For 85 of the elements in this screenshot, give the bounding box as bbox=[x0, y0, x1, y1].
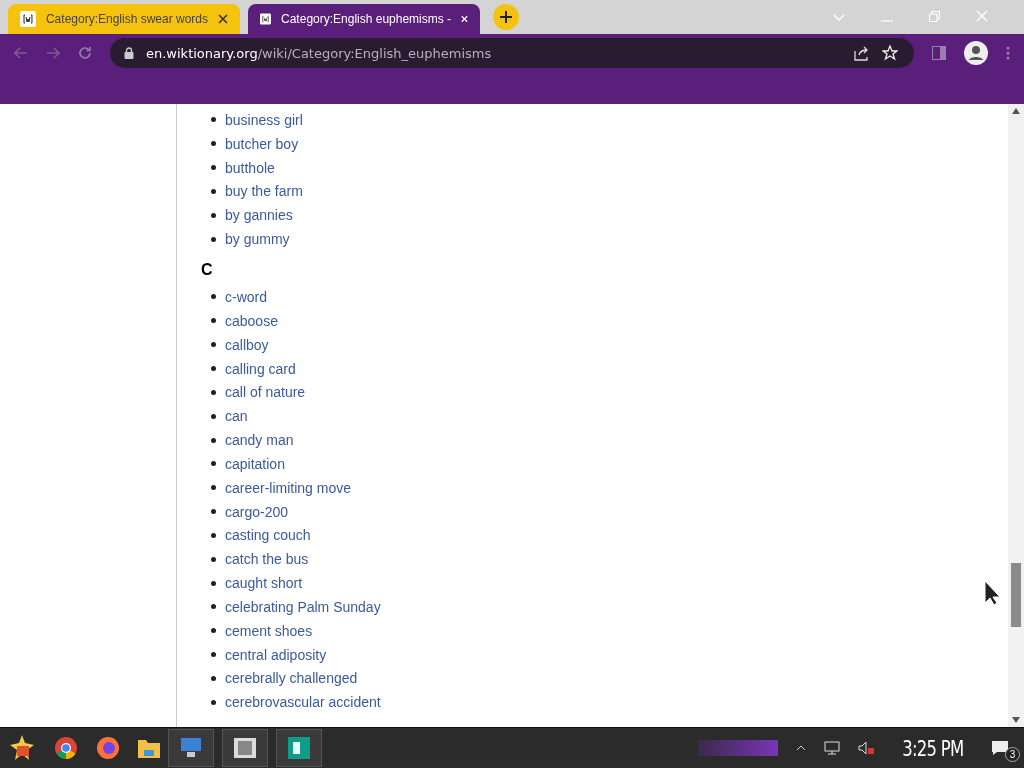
address-bar[interactable]: en.wiktionary.org/wiki/Category:English_euphemisms bbox=[110, 38, 914, 68]
entry-link[interactable]: central adiposity bbox=[225, 646, 327, 663]
bullet bbox=[211, 532, 216, 538]
entry-link[interactable]: c-word bbox=[225, 289, 267, 305]
bullet bbox=[211, 509, 216, 515]
bullet bbox=[211, 652, 216, 658]
scrollbar[interactable] bbox=[1008, 104, 1024, 727]
clock[interactable]: 3:25 PM bbox=[902, 735, 964, 761]
taskbar-app-button[interactable] bbox=[168, 729, 214, 767]
bullet bbox=[211, 212, 216, 218]
entry-link[interactable]: buy the farm bbox=[225, 183, 303, 200]
bullet bbox=[211, 318, 216, 324]
bullet bbox=[211, 580, 216, 586]
bullet bbox=[211, 699, 216, 705]
close-icon[interactable] bbox=[218, 14, 228, 24]
entry-link[interactable]: catch the bus bbox=[225, 551, 309, 568]
bullet bbox=[211, 342, 216, 348]
scrollbar-thumb[interactable] bbox=[1011, 563, 1021, 627]
computer-icon bbox=[179, 737, 203, 759]
mouse-cursor-icon bbox=[984, 580, 1002, 606]
section-heading: C bbox=[201, 261, 214, 280]
bullet bbox=[211, 604, 216, 610]
entry-link[interactable]: cerebrally challenged bbox=[225, 670, 358, 687]
entry-link[interactable]: capitation bbox=[225, 455, 285, 472]
url-text: en.wiktionary.org/wiki/Category:English_euphemisms bbox=[146, 45, 492, 61]
entry-link[interactable]: callboy bbox=[225, 336, 269, 353]
entry-link[interactable]: can bbox=[225, 408, 248, 425]
chrome-icon[interactable] bbox=[54, 736, 78, 760]
bullet bbox=[211, 461, 216, 467]
wiki-favicon-icon bbox=[260, 11, 272, 27]
entry-link[interactable]: butcher boy bbox=[225, 135, 299, 152]
entry-link[interactable]: career-limiting move bbox=[225, 479, 352, 496]
bullet bbox=[211, 628, 216, 634]
bullet bbox=[211, 294, 216, 300]
menu-icon[interactable] bbox=[1006, 46, 1010, 60]
scroll-down-icon[interactable] bbox=[1012, 717, 1020, 723]
bookmark-star-icon[interactable] bbox=[882, 45, 898, 61]
firefox-icon[interactable] bbox=[96, 736, 120, 760]
entry-link[interactable]: cerebrovascular accident bbox=[225, 694, 381, 711]
browser-tab[interactable]: Category:English swear words bbox=[8, 4, 240, 34]
entry-link[interactable]: cargo-200 bbox=[225, 503, 289, 520]
bullet bbox=[211, 141, 216, 147]
folder-icon[interactable] bbox=[138, 738, 160, 758]
entry-link[interactable]: candy man bbox=[225, 432, 294, 449]
show-hidden-icons-icon[interactable] bbox=[796, 745, 807, 751]
bullet bbox=[211, 437, 216, 443]
entry-link[interactable]: call of nature bbox=[225, 384, 306, 401]
entry-link[interactable]: by gannies bbox=[225, 207, 293, 224]
tab-title: Category:English swear words bbox=[45, 12, 209, 26]
profile-avatar-icon[interactable] bbox=[964, 41, 988, 65]
bullet bbox=[211, 413, 216, 419]
network-icon[interactable] bbox=[824, 741, 841, 755]
bullet bbox=[211, 117, 216, 123]
entry-link[interactable]: caught short bbox=[225, 575, 303, 592]
entry-link[interactable]: by gummy bbox=[225, 231, 290, 248]
wiki-favicon-icon bbox=[20, 11, 36, 27]
entry-link[interactable]: business girl bbox=[225, 111, 303, 128]
bullet bbox=[211, 165, 216, 171]
entry-link[interactable]: casting couch bbox=[225, 527, 311, 544]
taskbar-app-button[interactable] bbox=[276, 729, 322, 767]
taskbar-app-button[interactable] bbox=[222, 729, 268, 767]
entry-link[interactable]: butthole bbox=[225, 159, 275, 176]
bullet bbox=[211, 188, 216, 194]
bullet bbox=[211, 389, 216, 395]
new-tab-button[interactable] bbox=[492, 3, 520, 31]
bullet bbox=[211, 485, 216, 491]
entry-link[interactable]: calling card bbox=[225, 360, 296, 377]
notification-count: 3 bbox=[1005, 747, 1020, 762]
start-icon[interactable] bbox=[8, 734, 36, 762]
lock-icon bbox=[124, 47, 134, 59]
entry-link[interactable]: caboose bbox=[225, 312, 278, 329]
tab-title: Category:English euphemisms - bbox=[281, 12, 452, 26]
entry-link[interactable]: celebrating Palm Sunday bbox=[225, 598, 381, 615]
volume-muted-icon[interactable] bbox=[858, 741, 875, 755]
scroll-up-icon[interactable] bbox=[1012, 108, 1020, 114]
reload-icon[interactable] bbox=[78, 46, 92, 60]
bullet bbox=[211, 366, 216, 371]
side-panel-icon[interactable] bbox=[932, 46, 946, 60]
entry-link[interactable]: cement shoes bbox=[225, 622, 313, 639]
message-icon bbox=[992, 741, 1008, 755]
share-icon[interactable] bbox=[854, 45, 870, 61]
bullet bbox=[211, 556, 216, 562]
browser-tab[interactable]: Category:English euphemisms - bbox=[248, 4, 480, 34]
bullet bbox=[211, 236, 216, 242]
bullet bbox=[211, 676, 216, 681]
